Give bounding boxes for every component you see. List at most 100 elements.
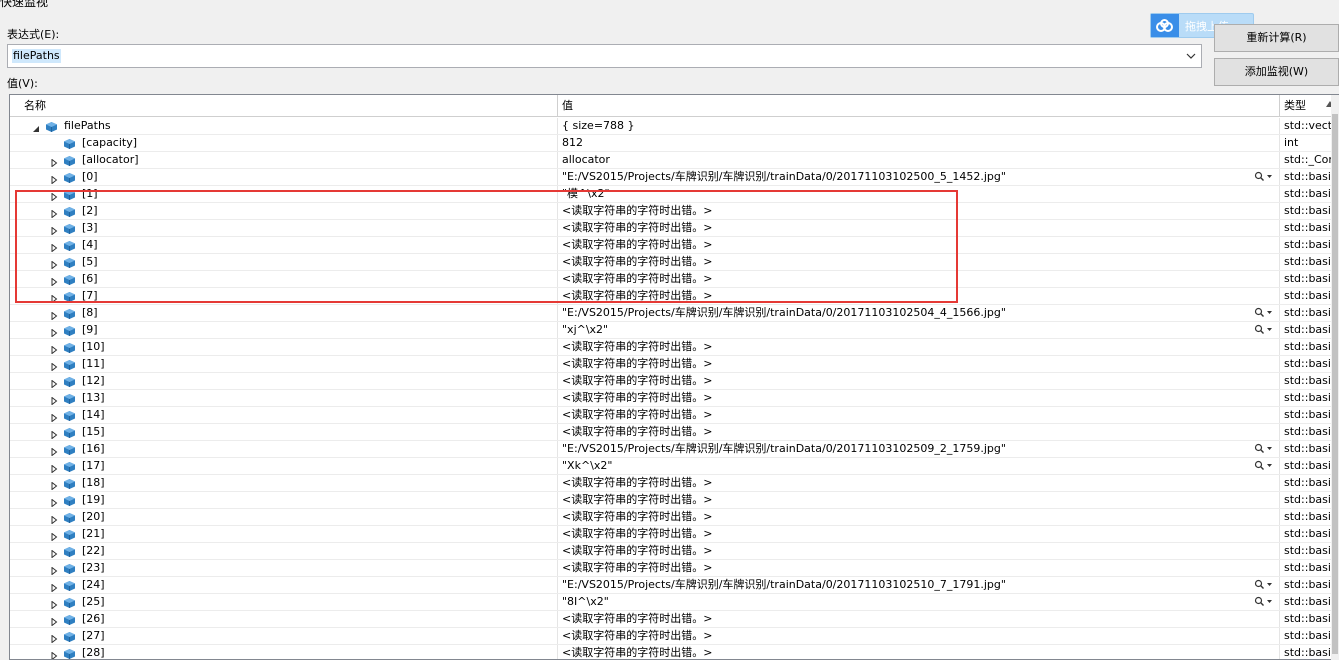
triangle-right-icon[interactable] — [50, 411, 58, 423]
triangle-right-icon[interactable] — [50, 360, 58, 372]
table-row[interactable]: [14] <读取字符串的字符时出错。> std::basic — [10, 407, 1338, 424]
name-cell: [2] — [20, 203, 558, 219]
triangle-right-icon[interactable] — [50, 156, 58, 168]
triangle-right-icon[interactable] — [50, 241, 58, 253]
table-row[interactable]: [5] <读取字符串的字符时出错。> std::basic — [10, 254, 1338, 271]
triangle-right-icon[interactable] — [50, 207, 58, 219]
triangle-right-icon[interactable] — [50, 479, 58, 491]
cube-icon — [64, 614, 75, 625]
table-row[interactable]: [10] <读取字符串的字符时出错。> std::basic — [10, 339, 1338, 356]
magnifier-icon[interactable] — [1254, 579, 1272, 593]
triangle-right-icon[interactable] — [50, 445, 58, 457]
value-cell: <读取字符串的字符时出错。> — [558, 390, 1280, 406]
table-row[interactable]: [8] "E:/VS2015/Projects/车牌识别/车牌识别/trainDa… — [10, 305, 1338, 322]
table-row[interactable]: [17] "Xk^\x2" std::basic — [10, 458, 1338, 475]
magnifier-icon[interactable] — [1254, 443, 1272, 457]
triangle-right-icon[interactable] — [50, 547, 58, 559]
triangle-right-icon[interactable] — [50, 462, 58, 474]
chevron-down-icon[interactable] — [1186, 51, 1196, 61]
triangle-right-icon[interactable] — [50, 173, 58, 185]
row-value: <读取字符串的字符时出错。> — [562, 544, 713, 557]
magnifier-icon[interactable] — [1254, 460, 1272, 474]
table-row[interactable]: [13] <读取字符串的字符时出错。> std::basic — [10, 390, 1338, 407]
table-row[interactable]: [6] <读取字符串的字符时出错。> std::basic — [10, 271, 1338, 288]
triangle-right-icon[interactable] — [50, 292, 58, 304]
triangle-down-icon[interactable] — [32, 122, 40, 132]
table-row[interactable]: [26] <读取字符串的字符时出错。> std::basic — [10, 611, 1338, 628]
triangle-right-icon[interactable] — [50, 615, 58, 627]
table-row[interactable]: [18] <读取字符串的字符时出错。> std::basic — [10, 475, 1338, 492]
column-header-name[interactable]: 名称 — [20, 95, 558, 117]
value-cell: <读取字符串的字符时出错。> — [558, 271, 1280, 287]
triangle-right-icon[interactable] — [50, 564, 58, 576]
table-row[interactable]: [19] <读取字符串的字符时出错。> std::basic — [10, 492, 1338, 509]
cube-icon — [64, 546, 75, 557]
triangle-right-icon[interactable] — [50, 496, 58, 508]
triangle-right-icon[interactable] — [50, 343, 58, 355]
table-row[interactable]: [1] "模^\x2" std::basic — [10, 186, 1338, 203]
column-header-value[interactable]: 值 — [558, 95, 1280, 117]
recalculate-button[interactable]: 重新计算(R) — [1214, 24, 1339, 52]
table-row[interactable]: [24] "E:/VS2015/Projects/车牌识别/车牌识别/trainD… — [10, 577, 1338, 594]
cube-icon — [64, 512, 75, 523]
table-row[interactable]: [7] <读取字符串的字符时出错。> std::basic — [10, 288, 1338, 305]
table-row[interactable]: [3] <读取字符串的字符时出错。> std::basic — [10, 220, 1338, 237]
scrollbar-thumb[interactable] — [1332, 114, 1338, 654]
triangle-right-icon[interactable] — [50, 598, 58, 610]
triangle-right-icon[interactable] — [50, 377, 58, 389]
triangle-right-icon[interactable] — [50, 190, 58, 202]
table-row[interactable]: [4] <读取字符串的字符时出错。> std::basic — [10, 237, 1338, 254]
triangle-right-icon[interactable] — [50, 428, 58, 440]
triangle-right-icon[interactable] — [50, 224, 58, 236]
table-row[interactable]: [11] <读取字符串的字符时出错。> std::basic — [10, 356, 1338, 373]
name-cell: [20] — [20, 509, 558, 525]
row-name: [1] — [82, 187, 98, 200]
table-row[interactable]: [allocator] allocator std::_Con — [10, 152, 1338, 169]
triangle-right-icon[interactable] — [50, 275, 58, 287]
table-row[interactable]: [25] "8I^\x2" std::basic — [10, 594, 1338, 611]
table-row[interactable]: [27] <读取字符串的字符时出错。> std::basic — [10, 628, 1338, 645]
table-row[interactable]: filePaths{ size=788 } std::vect — [10, 118, 1338, 135]
table-row[interactable]: [23] <读取字符串的字符时出错。> std::basic — [10, 560, 1338, 577]
magnifier-icon[interactable] — [1254, 171, 1272, 185]
name-cell: [21] — [20, 526, 558, 542]
value-cell: <读取字符串的字符时出错。> — [558, 526, 1280, 542]
triangle-right-icon[interactable] — [50, 513, 58, 525]
table-row[interactable]: [16] "E:/VS2015/Projects/车牌识别/车牌识别/trainD… — [10, 441, 1338, 458]
magnifier-icon[interactable] — [1254, 307, 1272, 321]
magnifier-icon[interactable] — [1254, 324, 1272, 338]
triangle-right-icon[interactable] — [50, 581, 58, 593]
triangle-right-icon[interactable] — [50, 632, 58, 644]
value-cell: 812 — [558, 135, 1280, 151]
expression-combobox[interactable]: filePaths — [7, 44, 1202, 68]
value-cell: "Xk^\x2" — [558, 458, 1280, 474]
table-row[interactable]: [0] "E:/VS2015/Projects/车牌识别/车牌识别/trainDa… — [10, 169, 1338, 186]
magnifier-icon[interactable] — [1254, 596, 1272, 610]
triangle-right-icon[interactable] — [50, 309, 58, 321]
expression-input[interactable]: filePaths — [12, 49, 61, 63]
table-row[interactable]: [28] <读取字符串的字符时出错。> std::basic — [10, 645, 1338, 659]
name-cell: [17] — [20, 458, 558, 474]
triangle-right-icon[interactable] — [50, 258, 58, 270]
table-row[interactable]: [2] <读取字符串的字符时出错。> std::basic — [10, 203, 1338, 220]
row-value: "E:/VS2015/Projects/车牌识别/车牌识别/trainData/… — [562, 306, 1006, 319]
value-cell: "E:/VS2015/Projects/车牌识别/车牌识别/trainData/… — [558, 169, 1280, 185]
triangle-right-icon[interactable] — [50, 326, 58, 338]
row-name: [8] — [82, 306, 98, 319]
table-row[interactable]: [21] <读取字符串的字符时出错。> std::basic — [10, 526, 1338, 543]
add-watch-button[interactable]: 添加监视(W) — [1214, 58, 1339, 86]
cube-icon — [64, 291, 75, 302]
triangle-right-icon[interactable] — [50, 530, 58, 542]
table-row[interactable]: [9] "xj^\x2" std::basic — [10, 322, 1338, 339]
value-cell: <读取字符串的字符时出错。> — [558, 407, 1280, 423]
value-cell: <读取字符串的字符时出错。> — [558, 560, 1280, 576]
triangle-right-icon[interactable] — [50, 394, 58, 406]
cube-icon — [64, 393, 75, 404]
triangle-right-icon[interactable] — [50, 649, 58, 659]
table-row[interactable]: [capacity] 812 int — [10, 135, 1338, 152]
table-row[interactable]: [22] <读取字符串的字符时出错。> std::basic — [10, 543, 1338, 560]
name-cell: [26] — [20, 611, 558, 627]
table-row[interactable]: [12] <读取字符串的字符时出错。> std::basic — [10, 373, 1338, 390]
table-row[interactable]: [15] <读取字符串的字符时出错。> std::basic — [10, 424, 1338, 441]
table-row[interactable]: [20] <读取字符串的字符时出错。> std::basic — [10, 509, 1338, 526]
